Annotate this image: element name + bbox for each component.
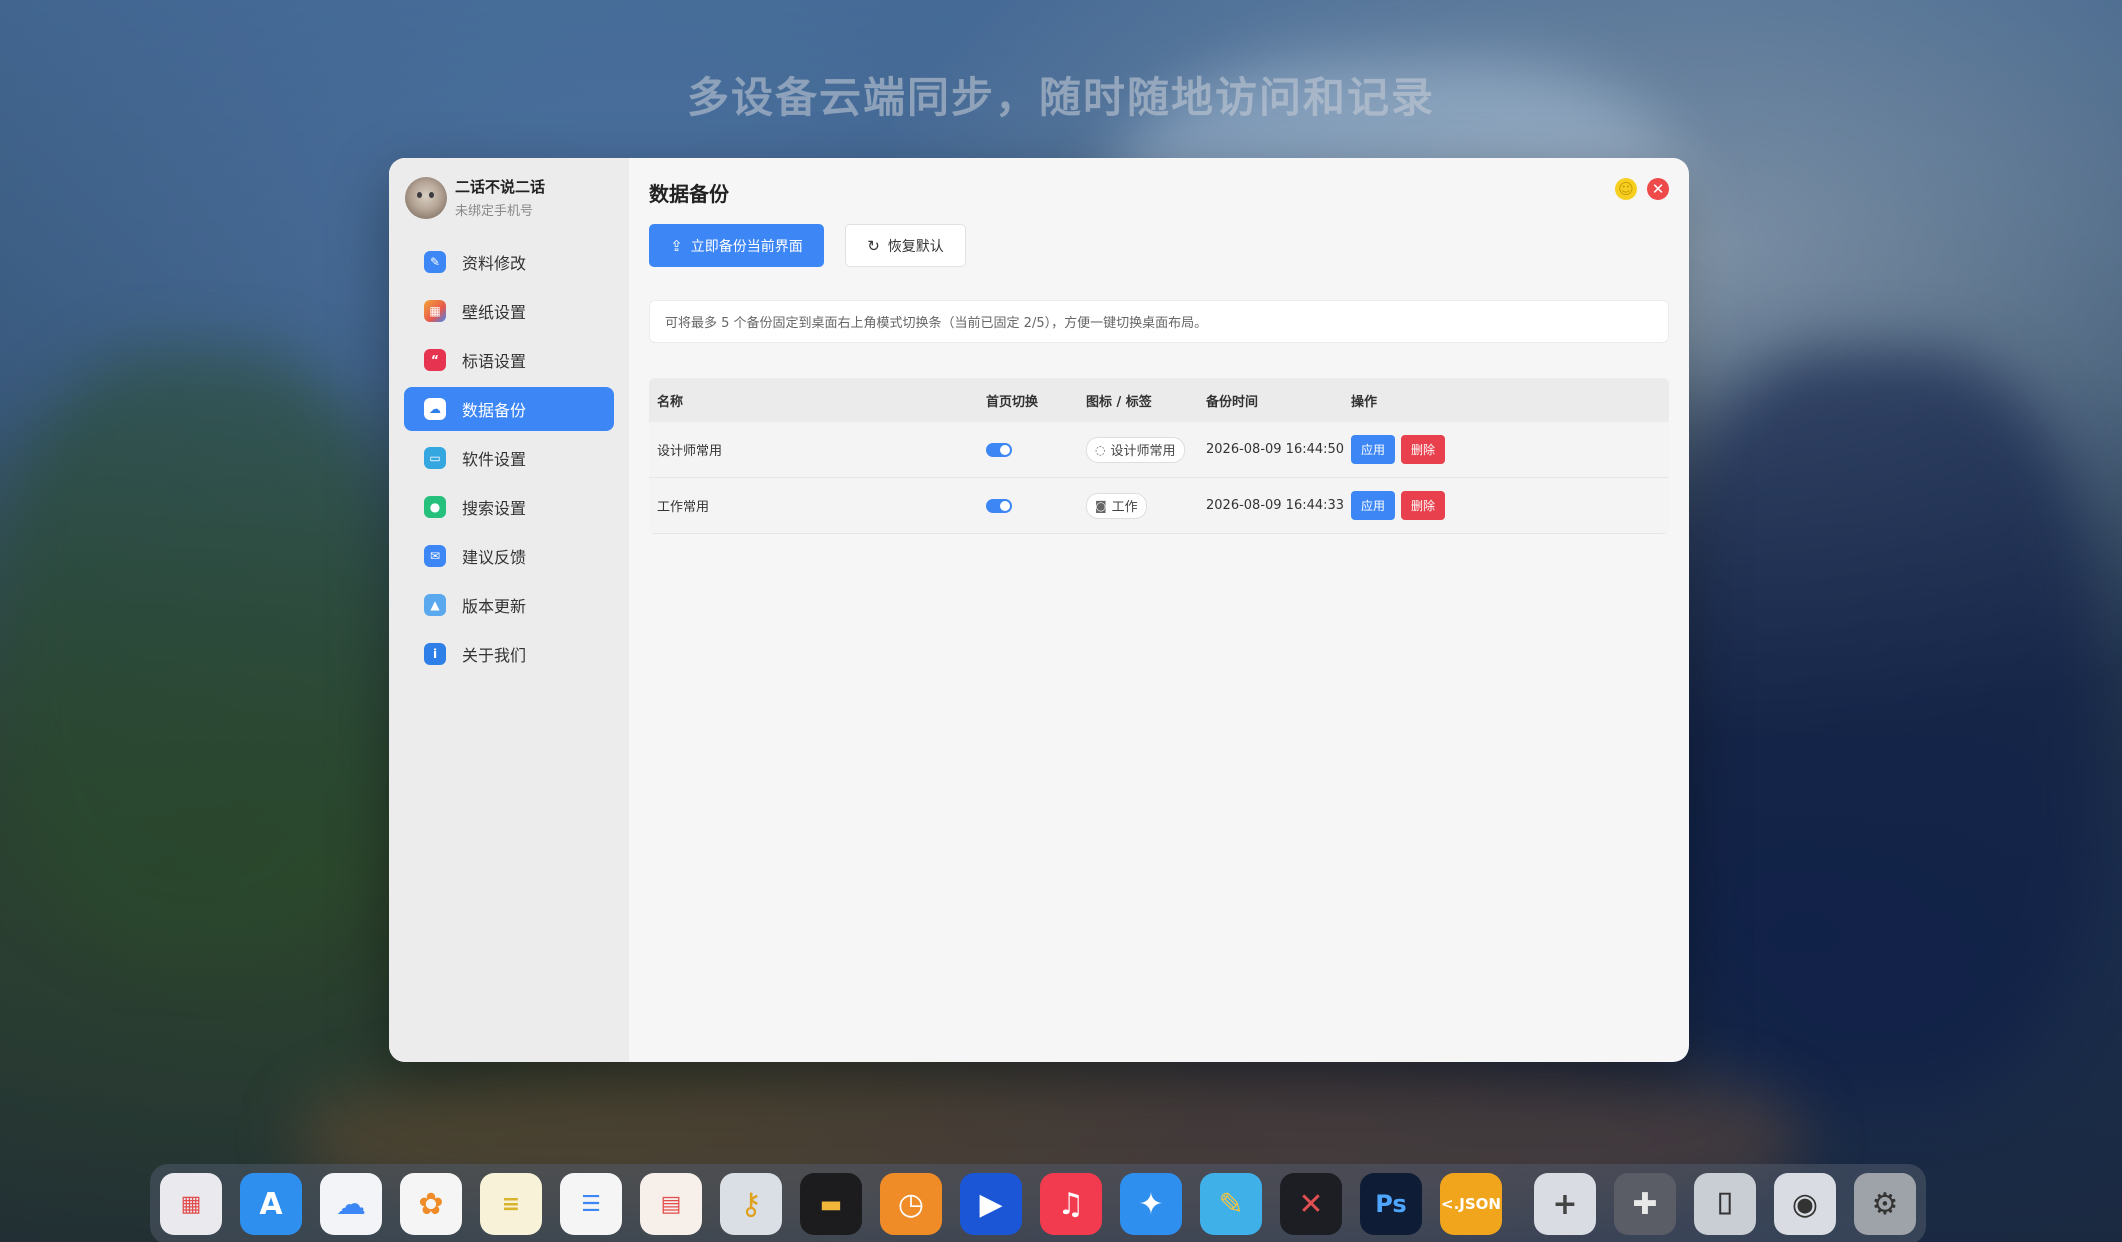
refresh-icon: ↻	[867, 236, 880, 255]
feedback-icon: ✉	[424, 545, 446, 567]
sidebar-item-label: 资料修改	[462, 254, 527, 273]
play-icon[interactable]: ▶	[960, 1173, 1022, 1235]
sidebar-item-profile-edit[interactable]: ✎ 资料修改	[404, 240, 614, 284]
notes-icon[interactable]: ≡	[480, 1173, 542, 1235]
background-plants	[0, 350, 400, 950]
davinci-icon[interactable]: ✕	[1280, 1173, 1342, 1235]
background-figure	[1650, 350, 2100, 1100]
delete-button[interactable]: 删除	[1401, 491, 1446, 520]
clock-icon[interactable]: ◷	[880, 1173, 942, 1235]
table-header: 名称 首页切换 图标 / 标签 备份时间 操作	[649, 378, 1669, 422]
headline: 多设备云端同步，随时随地访问和记录	[686, 73, 1435, 122]
restore-default-button[interactable]: ↻ 恢复默认	[845, 224, 966, 267]
tag-label: 工作	[1111, 500, 1138, 515]
sidebar-item-wallpaper[interactable]: ▦ 壁纸设置	[404, 289, 614, 333]
table-row: 工作常用 ◙ 工作 2026-08-09 16:44:33 应用 删除	[649, 478, 1669, 534]
sidebar-item-slogan[interactable]: “ 标语设置	[404, 338, 614, 382]
eye-slash-icon: ◌	[1095, 442, 1106, 457]
sidebar-item-update[interactable]: ▲ 版本更新	[404, 583, 614, 627]
column-header-actions: 操作	[1351, 394, 1378, 410]
column-header-name: 名称	[657, 394, 684, 410]
minimize-icon[interactable]: ☺	[1615, 178, 1637, 200]
camera-icon: ◙	[1095, 498, 1107, 513]
music-icon[interactable]: ♫	[1040, 1173, 1102, 1235]
backup-now-button[interactable]: ⇪ 立即备份当前界面	[649, 224, 824, 267]
sidebar-item-search-settings[interactable]: ● 搜索设置	[404, 485, 614, 529]
sidebar-item-label: 关于我们	[462, 646, 527, 665]
tag-label: 设计师常用	[1110, 444, 1176, 459]
column-header-backup-time: 备份时间	[1206, 394, 1259, 410]
icloud-icon[interactable]: ☁	[320, 1173, 382, 1235]
main-panel: 数据备份 ☺ ✕ ⇪ 立即备份当前界面 ↻ 恢复默认 可将最多 5 个备份固定到…	[629, 158, 1689, 1062]
puzzle-icon[interactable]: ✚	[1614, 1173, 1676, 1235]
profile-edit-icon: ✎	[424, 251, 446, 273]
sidebar-item-about[interactable]: i 关于我们	[404, 632, 614, 676]
brush-icon[interactable]: ⌷	[1694, 1173, 1756, 1235]
sidebar-item-feedback[interactable]: ✉ 建议反馈	[404, 534, 614, 578]
sidebar-item-label: 软件设置	[462, 450, 527, 469]
table-row: 设计师常用 ◌ 设计师常用 2026-08-09 16:44:50 应用 删除	[649, 422, 1669, 478]
system-settings-icon[interactable]: ⚙	[1854, 1173, 1916, 1235]
sidebar-item-label: 搜索设置	[462, 499, 527, 518]
notice-text: 可将最多 5 个备份固定到桌面右上角模式切换条（当前已固定 2/5），方便一键切…	[665, 316, 1208, 331]
home-switch-toggle[interactable]	[986, 442, 1012, 457]
quote-icon: “	[424, 349, 446, 371]
row-name: 工作常用	[657, 500, 710, 515]
backup-now-label: 立即备份当前界面	[690, 238, 803, 255]
wallet-icon[interactable]: ▬	[800, 1173, 862, 1235]
row-backup-time: 2026-08-09 16:44:33	[1206, 498, 1345, 513]
profile-name: 二话不说二话	[455, 178, 546, 196]
calendar-icon[interactable]: ▤	[640, 1173, 702, 1235]
column-header-home-switch: 首页切换	[986, 394, 1039, 410]
photoshop-icon[interactable]: Ps	[1360, 1173, 1422, 1235]
keychain-icon[interactable]: ⚷	[720, 1173, 782, 1235]
sidebar-item-label: 壁纸设置	[462, 303, 527, 322]
page-title: 数据备份	[649, 182, 729, 206]
sidebar-item-label: 标语设置	[462, 352, 527, 371]
sidebar-item-label: 建议反馈	[462, 548, 527, 567]
profile[interactable]: 二话不说二话 未绑定手机号	[405, 176, 545, 219]
dock: ▦ A ☁ ✿ ≡ ☰ ▤ ⚷ ▬ ◷ ▶ ♫ ✦ ✎ ✕ Ps <.JSON …	[150, 1164, 1926, 1242]
icon-tag: ◌ 设计师常用	[1086, 436, 1185, 463]
photos-icon[interactable]: ✿	[400, 1173, 462, 1235]
app-store-icon[interactable]: A	[240, 1173, 302, 1235]
delete-button[interactable]: 删除	[1401, 435, 1446, 464]
sidebar-item-label: 数据备份	[462, 401, 527, 420]
row-name: 设计师常用	[657, 444, 723, 459]
sidebar: 二话不说二话 未绑定手机号 ✎ 资料修改 ▦ 壁纸设置 “ 标语设置 ☁ 数据备…	[389, 158, 629, 1062]
sidebar-item-software-settings[interactable]: ▭ 软件设置	[404, 436, 614, 480]
add-icon[interactable]: +	[1534, 1173, 1596, 1235]
apply-button[interactable]: 应用	[1351, 491, 1396, 520]
info-notice: 可将最多 5 个备份固定到桌面右上角模式切换条（当前已固定 2/5），方便一键切…	[649, 300, 1669, 343]
sidebar-item-label: 版本更新	[462, 597, 527, 616]
sidebar-item-data-backup[interactable]: ☁ 数据备份	[404, 387, 614, 431]
cloud-backup-icon: ☁	[424, 398, 446, 420]
close-icon[interactable]: ✕	[1647, 178, 1669, 200]
column-header-icon-tag: 图标 / 标签	[1086, 394, 1152, 410]
safari-icon[interactable]: ✦	[1120, 1173, 1182, 1235]
info-icon: i	[424, 643, 446, 665]
profile-phone-status: 未绑定手机号	[455, 204, 534, 219]
apply-button[interactable]: 应用	[1351, 435, 1396, 464]
sketch-pencil-icon[interactable]: ✎	[1200, 1173, 1262, 1235]
backup-table: 名称 首页切换 图标 / 标签 备份时间 操作 设计师常用 ◌ 设计师常用 20…	[649, 378, 1669, 534]
json-icon[interactable]: <.JSON	[1440, 1173, 1502, 1235]
home-switch-toggle[interactable]	[986, 498, 1012, 513]
software-settings-icon: ▭	[424, 447, 446, 469]
reminders-icon[interactable]: ☰	[560, 1173, 622, 1235]
desktop: 多设备云端同步，随时随地访问和记录 二话不说二话 未绑定手机号 ✎ 资料修改 ▦…	[0, 0, 2122, 1242]
lock-settings-icon[interactable]: ◉	[1774, 1173, 1836, 1235]
row-backup-time: 2026-08-09 16:44:50	[1206, 442, 1345, 457]
search-settings-icon: ●	[424, 496, 446, 518]
upload-icon: ⇪	[670, 236, 683, 255]
avatar[interactable]	[405, 176, 447, 219]
icon-tag: ◙ 工作	[1086, 492, 1147, 519]
restore-default-label: 恢复默认	[887, 238, 944, 255]
launchpad-icon[interactable]: ▦	[160, 1173, 222, 1235]
update-icon: ▲	[424, 594, 446, 616]
settings-window: 二话不说二话 未绑定手机号 ✎ 资料修改 ▦ 壁纸设置 “ 标语设置 ☁ 数据备…	[389, 158, 1689, 1062]
wallpaper-icon: ▦	[424, 300, 446, 322]
sidebar-nav: ✎ 资料修改 ▦ 壁纸设置 “ 标语设置 ☁ 数据备份 ▭ 软件设置 ● 搜索设…	[404, 240, 614, 681]
